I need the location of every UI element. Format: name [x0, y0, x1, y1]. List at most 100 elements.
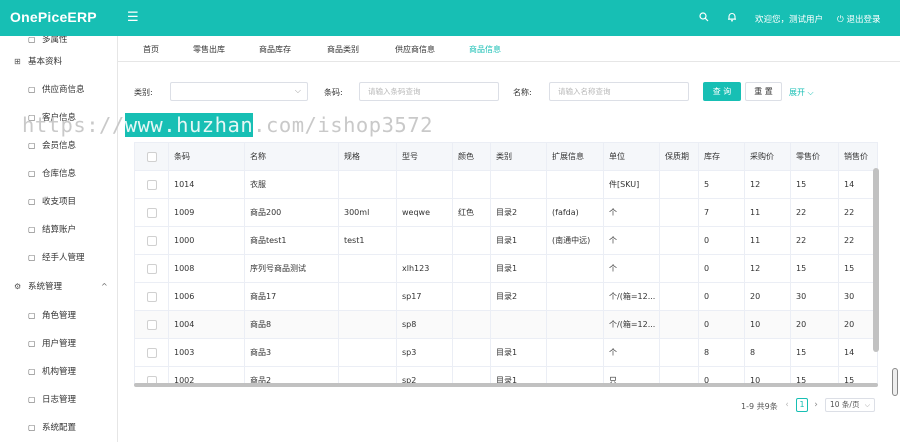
- table-row[interactable]: 1014 衣服 件[SKU] 5 12 15 14: [135, 171, 877, 199]
- cell-unit: 个/(箱=12...: [604, 283, 660, 311]
- doc-icon: ▢: [28, 395, 36, 404]
- table-row[interactable]: 1009 商品200 300ml weqwe 红色 目录2 (fafda) 个 7 11 22 22: [135, 199, 877, 227]
- cell-unit: 只: [604, 367, 660, 383]
- sidebar-item-multi-attr[interactable]: ▢ 多属性: [0, 36, 117, 50]
- sidebar-item-logs[interactable]: ▢ 日志管理: [0, 390, 117, 410]
- reset-button[interactable]: 重 置: [745, 82, 782, 101]
- cell-color: [453, 255, 491, 283]
- col-shelf-life[interactable]: 保质期: [660, 143, 699, 171]
- name-input[interactable]: [549, 82, 689, 101]
- cell-category: [491, 311, 547, 339]
- sidebar-group-basic[interactable]: ⊞ 基本资料: [0, 52, 117, 72]
- tab-product-info[interactable]: 商品信息: [469, 44, 501, 55]
- sidebar-item-income-expense[interactable]: ▢ 收支项目: [0, 192, 117, 212]
- table-row[interactable]: 1003 商品3 sp3 目录1 个 8 8 15 14: [135, 339, 877, 367]
- cell-barcode: 1002: [169, 367, 245, 383]
- row-checkbox[interactable]: [147, 320, 157, 330]
- row-checkbox[interactable]: [147, 348, 157, 358]
- table-vertical-scrollbar[interactable]: [873, 168, 879, 352]
- table-row[interactable]: 1000 商品test1 test1 目录1 (南通中远) 个 0 11 22 22: [135, 227, 877, 255]
- cell-spec: test1: [339, 227, 397, 255]
- query-button[interactable]: 查 询: [703, 82, 741, 101]
- cell-spec: [339, 367, 397, 383]
- col-unit[interactable]: 单位: [604, 143, 660, 171]
- expand-toggle[interactable]: 展开 ⌵: [789, 87, 814, 98]
- sidebar-item-warehouse[interactable]: ▢ 仓库信息: [0, 164, 117, 184]
- sidebar-group-system[interactable]: ⚙ 系统管理 ^: [0, 277, 117, 297]
- cell-retail-price: 15: [791, 339, 839, 367]
- col-barcode[interactable]: 条码: [169, 143, 245, 171]
- table-row[interactable]: 1004 商品8 sp8 个/(箱=12... 0 10 20 20: [135, 311, 877, 339]
- row-checkbox[interactable]: [147, 208, 157, 218]
- cell-color: [453, 283, 491, 311]
- sidebar-item-roles[interactable]: ▢ 角色管理: [0, 306, 117, 326]
- doc-icon: ▢: [28, 169, 36, 178]
- cell-barcode: 1006: [169, 283, 245, 311]
- sidebar-item-handler[interactable]: ▢ 经手人管理: [0, 248, 117, 268]
- product-table: 条码 名称 规格 型号 颜色 类别 扩展信息 单位 保质期 库存 采购价 零售价…: [134, 142, 878, 384]
- col-spec[interactable]: 规格: [339, 143, 397, 171]
- col-name[interactable]: 名称: [245, 143, 339, 171]
- col-purchase-price[interactable]: 采购价: [745, 143, 791, 171]
- cell-stock: 0: [699, 227, 745, 255]
- col-category[interactable]: 类别: [491, 143, 547, 171]
- sidebar-item-config[interactable]: ▢ 系统配置: [0, 418, 117, 438]
- row-select-cell: [135, 171, 169, 199]
- logout-button[interactable]: ⏻ 退出登录: [837, 13, 880, 25]
- page-scroll-handle[interactable]: [892, 368, 898, 396]
- select-all-checkbox[interactable]: [147, 152, 157, 162]
- cell-stock: 0: [699, 311, 745, 339]
- col-model[interactable]: 型号: [397, 143, 453, 171]
- cell-name: 商品17: [245, 283, 339, 311]
- tab-supplier[interactable]: 供应商信息: [395, 44, 435, 55]
- cell-retail-price: 20: [791, 311, 839, 339]
- row-checkbox[interactable]: [147, 236, 157, 246]
- tab-stock[interactable]: 商品库存: [259, 44, 291, 55]
- logout-label: 退出登录: [846, 15, 881, 25]
- sidebar-item-users[interactable]: ▢ 用户管理: [0, 334, 117, 354]
- cell-shelf-life: [660, 339, 699, 367]
- sidebar-item-settlement[interactable]: ▢ 结算账户: [0, 220, 117, 240]
- row-checkbox[interactable]: [147, 264, 157, 274]
- pagination-next-button[interactable]: ›: [810, 398, 822, 412]
- cell-barcode: 1004: [169, 311, 245, 339]
- tab-home[interactable]: 首页: [143, 44, 159, 55]
- cell-color: 红色: [453, 199, 491, 227]
- col-ext-info[interactable]: 扩展信息: [547, 143, 604, 171]
- pagination-page-1[interactable]: 1: [796, 398, 808, 412]
- barcode-label: 条码:: [324, 88, 343, 97]
- table-row[interactable]: 1006 商品17 sp17 目录2 个/(箱=12... 0 20 30 30: [135, 283, 877, 311]
- category-select[interactable]: ⌵: [170, 82, 308, 101]
- doc-icon: ▢: [28, 423, 36, 432]
- tab-retail-out[interactable]: 零售出库: [193, 44, 225, 55]
- tab-category[interactable]: 商品类别: [327, 44, 359, 55]
- row-select-cell: [135, 311, 169, 339]
- cell-retail-price: 30: [791, 283, 839, 311]
- page-size-select[interactable]: 10 条/页 ⌵: [825, 398, 875, 412]
- cell-ext-info: [547, 255, 604, 283]
- doc-icon: ▢: [28, 225, 36, 234]
- watermark-overlay: https://www.huzhan.com/ishop3572: [22, 113, 433, 137]
- sidebar-item-supplier[interactable]: ▢ 供应商信息: [0, 80, 117, 100]
- cell-retail-price: 22: [791, 199, 839, 227]
- table-horizontal-scrollbar[interactable]: [134, 383, 878, 387]
- cell-name: 序列号商品测试: [245, 255, 339, 283]
- table-row[interactable]: 1008 序列号商品测试 xlh123 目录1 个 0 12 15 15: [135, 255, 877, 283]
- table-row[interactable]: 1002 商品2 sp2 目录1 只 0 10 15 15: [135, 367, 877, 383]
- cell-model: xlh123: [397, 255, 453, 283]
- sidebar-item-member[interactable]: ▢ 会员信息: [0, 136, 117, 156]
- menu-fold-icon[interactable]: ☰: [127, 11, 139, 24]
- watermark-suffix: .com/ishop3572: [253, 113, 433, 137]
- col-retail-price[interactable]: 零售价: [791, 143, 839, 171]
- bell-icon[interactable]: [727, 12, 737, 24]
- pagination-prev-button[interactable]: ‹: [781, 398, 793, 412]
- row-checkbox[interactable]: [147, 292, 157, 302]
- sidebar-item-org[interactable]: ▢ 机构管理: [0, 362, 117, 382]
- col-stock[interactable]: 库存: [699, 143, 745, 171]
- col-sale-price[interactable]: 销售价: [839, 143, 877, 171]
- col-color[interactable]: 颜色: [453, 143, 491, 171]
- pagination-total: 1-9 共9条: [741, 402, 778, 411]
- search-icon[interactable]: [699, 12, 709, 24]
- barcode-input[interactable]: [359, 82, 499, 101]
- row-checkbox[interactable]: [147, 180, 157, 190]
